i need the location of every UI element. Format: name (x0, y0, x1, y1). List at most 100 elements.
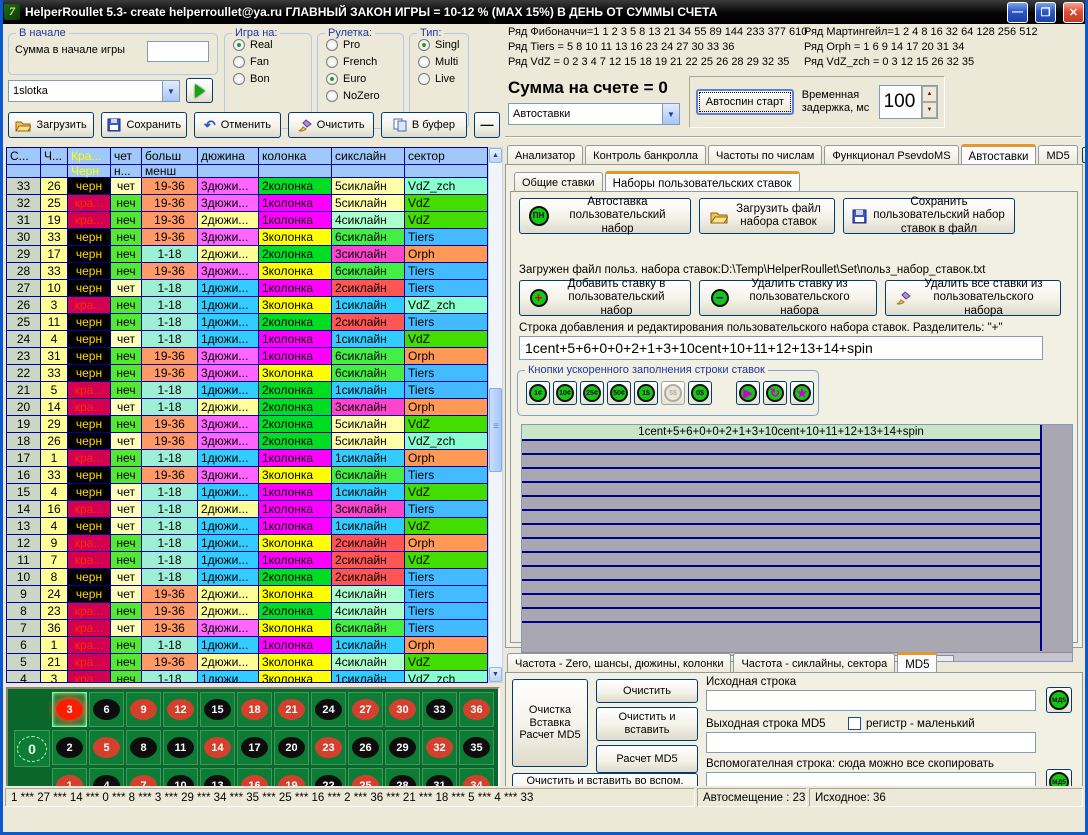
roulette-cell-36[interactable]: 36 (459, 692, 494, 727)
roulette-cell-5[interactable]: 5 (89, 730, 124, 765)
history-row[interactable]: 171кра...неч1-181дюжи...1колонка1сиклайн… (7, 450, 487, 466)
output-string-input[interactable] (706, 732, 1036, 753)
roulette-cell-18[interactable]: 18 (237, 692, 272, 727)
scrollbar-thumb[interactable] (489, 388, 502, 472)
history-row[interactable]: 134чернчет1-181дюжи...1колонка1сиклайнVd… (7, 518, 487, 534)
roulette-cell-11[interactable]: 11 (163, 730, 198, 765)
md5-clear-paste-calc-button[interactable]: Очистка Вставка Расчет MD5 (512, 679, 588, 767)
history-row[interactable]: 736кра...чет19-363дюжи...3колонка6сиклай… (7, 620, 487, 636)
scroll-down-icon[interactable]: ▼ (489, 667, 502, 682)
tab-функционал-psevdoms[interactable]: Функционал PsevdoMS (824, 145, 958, 165)
history-row[interactable]: 2710чернчет1-181дюжи...1колонка2сиклайнT… (7, 280, 487, 296)
bet-set-row[interactable] (522, 581, 1040, 595)
history-row[interactable]: 1929черннеч19-363дюжи...2колонка5сиклайн… (7, 416, 487, 432)
radio-option-bon[interactable]: Bon (233, 73, 311, 85)
roulette-cell-29[interactable]: 29 (385, 730, 420, 765)
roulette-cell-21[interactable]: 21 (274, 692, 309, 727)
radio-option-fan[interactable]: Fan (233, 56, 311, 68)
radio-option-euro[interactable]: Euro (326, 73, 403, 85)
coin-button-10c[interactable]: 10¢ (553, 381, 577, 405)
roulette-cell-9[interactable]: 9 (126, 692, 161, 727)
roulette-cell-26[interactable]: 26 (348, 730, 383, 765)
action-button-redo[interactable]: ↻ (763, 381, 787, 405)
history-scrollbar[interactable]: ▲ ▼ (488, 147, 503, 683)
load-button[interactable]: Загрузить (8, 112, 94, 138)
slot-combobox[interactable]: 1slotka ▼ (8, 80, 180, 102)
roulette-cell-35[interactable]: 35 (459, 730, 494, 765)
history-row[interactable]: 263кра...неч1-181дюжи...3колонка1сиклайн… (7, 297, 487, 313)
roulette-cell-0[interactable]: 0 (14, 730, 50, 767)
bet-set-row[interactable] (522, 483, 1040, 497)
bet-set-row[interactable] (522, 539, 1040, 553)
roulette-cell-23[interactable]: 23 (311, 730, 346, 765)
coin-button-1c[interactable]: 1¢ (526, 381, 550, 405)
freqtab-md5[interactable]: MD5 (897, 652, 937, 674)
add-bet-button[interactable]: + Добавить ставку в пользовательский наб… (519, 280, 691, 316)
radio-option-pro[interactable]: Pro (326, 39, 403, 51)
roulette-cell-12[interactable]: 12 (163, 692, 198, 727)
radio-option-nozero[interactable]: NoZero (326, 90, 403, 102)
roulette-cell-20[interactable]: 20 (274, 730, 309, 765)
scroll-up-icon[interactable]: ▲ (489, 148, 502, 163)
tab-автоставки[interactable]: Автоставки (961, 144, 1037, 166)
tab-scroll-left-icon[interactable]: ◄ (1082, 147, 1088, 163)
spinner-down-icon[interactable]: ▼ (922, 102, 937, 118)
roulette-cell-14[interactable]: 14 (200, 730, 235, 765)
history-row[interactable]: 61кра...неч1-181дюжи...1колонка1сиклайнO… (7, 637, 487, 653)
roulette-cell-30[interactable]: 30 (385, 692, 420, 727)
history-row[interactable]: 2511черннеч1-181дюжи...2колонка2сиклайнT… (7, 314, 487, 330)
bet-set-row[interactable] (522, 455, 1040, 469)
lowercase-checkbox[interactable] (848, 717, 861, 730)
history-row[interactable]: 3119кра...неч19-362дюжи...1колонка4сикла… (7, 212, 487, 228)
roulette-cell-32[interactable]: 32 (422, 730, 457, 765)
bet-set-row[interactable] (522, 595, 1040, 609)
bet-set-list[interactable]: 1cent+5+6+0+0+2+1+3+10cent+10+11+12+13+1… (521, 424, 1073, 662)
md5-clear-and-paste-button[interactable]: Очистить и вставить (596, 707, 698, 741)
history-row[interactable]: 1826чернчет19-363дюжи...2колонка5сиклайн… (7, 433, 487, 449)
load-bet-file-button[interactable]: Загрузить файл набора ставок (699, 198, 835, 234)
action-button-star[interactable]: ★ (790, 381, 814, 405)
roulette-cell-17[interactable]: 17 (237, 730, 272, 765)
bet-set-row[interactable] (522, 525, 1040, 539)
source-string-input[interactable] (706, 690, 1036, 711)
freqtab-частота-сиклайны-сектора[interactable]: Частота - сиклайны, сектора (733, 653, 895, 673)
bet-set-row[interactable] (522, 469, 1040, 483)
maximize-button[interactable]: ❒ (1035, 2, 1056, 23)
history-row[interactable]: 1416кра...чет1-182дюжи...1колонка3сиклай… (7, 501, 487, 517)
roulette-cell-15[interactable]: 15 (200, 692, 235, 727)
coin-button-50c[interactable]: 50¢ (607, 381, 631, 405)
start-sum-input[interactable] (147, 41, 209, 62)
start-play-button[interactable] (186, 78, 213, 103)
collapse-button[interactable]: — (474, 112, 500, 138)
bet-set-row[interactable] (522, 553, 1040, 567)
undo-button[interactable]: ↶ Отменить (194, 112, 280, 138)
subtab-общие-ставки[interactable]: Общие ставки (514, 172, 603, 192)
history-row[interactable]: 2331черннеч19-363дюжи...1колонка6сиклайн… (7, 348, 487, 364)
radio-option-real[interactable]: Real (233, 39, 311, 51)
radio-option-french[interactable]: French (326, 56, 403, 68)
bet-set-row[interactable] (522, 567, 1040, 581)
autobets-combobox[interactable]: Автоставки ▼ (508, 103, 680, 125)
remove-all-bets-button[interactable]: Удалить все ставки из пользовательского … (885, 280, 1061, 316)
autospin-start-button[interactable]: Автоспин старт (696, 89, 794, 115)
coin-button-25c[interactable]: 25¢ (580, 381, 604, 405)
bet-string-input[interactable] (519, 336, 1043, 360)
history-row[interactable]: 129кра...неч1-181дюжи...3колонка2сиклайн… (7, 535, 487, 551)
history-row[interactable]: 3033черннеч19-363дюжи...3колонка6сиклайн… (7, 229, 487, 245)
bet-set-row[interactable] (522, 441, 1040, 455)
roulette-cell-8[interactable]: 8 (126, 730, 161, 765)
history-row[interactable]: 2833черннеч19-363дюжи...3колонка6сиклайн… (7, 263, 487, 279)
coin-button-0d[interactable]: 0$ (688, 381, 712, 405)
history-row[interactable]: 521кра...неч19-362дюжи...3колонка4сиклай… (7, 654, 487, 670)
action-button-play[interactable]: ▶ (736, 381, 760, 405)
history-row[interactable]: 2014кра...чет1-182дюжи...2колонка3сиклай… (7, 399, 487, 415)
md5-clear-button[interactable]: Очистить (596, 679, 698, 703)
radio-option-singl[interactable]: Singl (418, 39, 468, 51)
history-row[interactable]: 2917черннеч1-182дюжи...2колонка3сиклайнO… (7, 246, 487, 262)
spinner-up-icon[interactable]: ▲ (922, 86, 937, 102)
history-row[interactable]: 215кра...неч1-181дюжи...2колонка1сиклайн… (7, 382, 487, 398)
roulette-cell-3[interactable]: 3 (52, 692, 87, 727)
history-row[interactable]: 924чернчет19-362дюжи...3колонка4сиклайнT… (7, 586, 487, 602)
md5-calc-button[interactable]: Расчет MD5 (596, 745, 698, 773)
coin-button-1d[interactable]: 1$ (634, 381, 658, 405)
